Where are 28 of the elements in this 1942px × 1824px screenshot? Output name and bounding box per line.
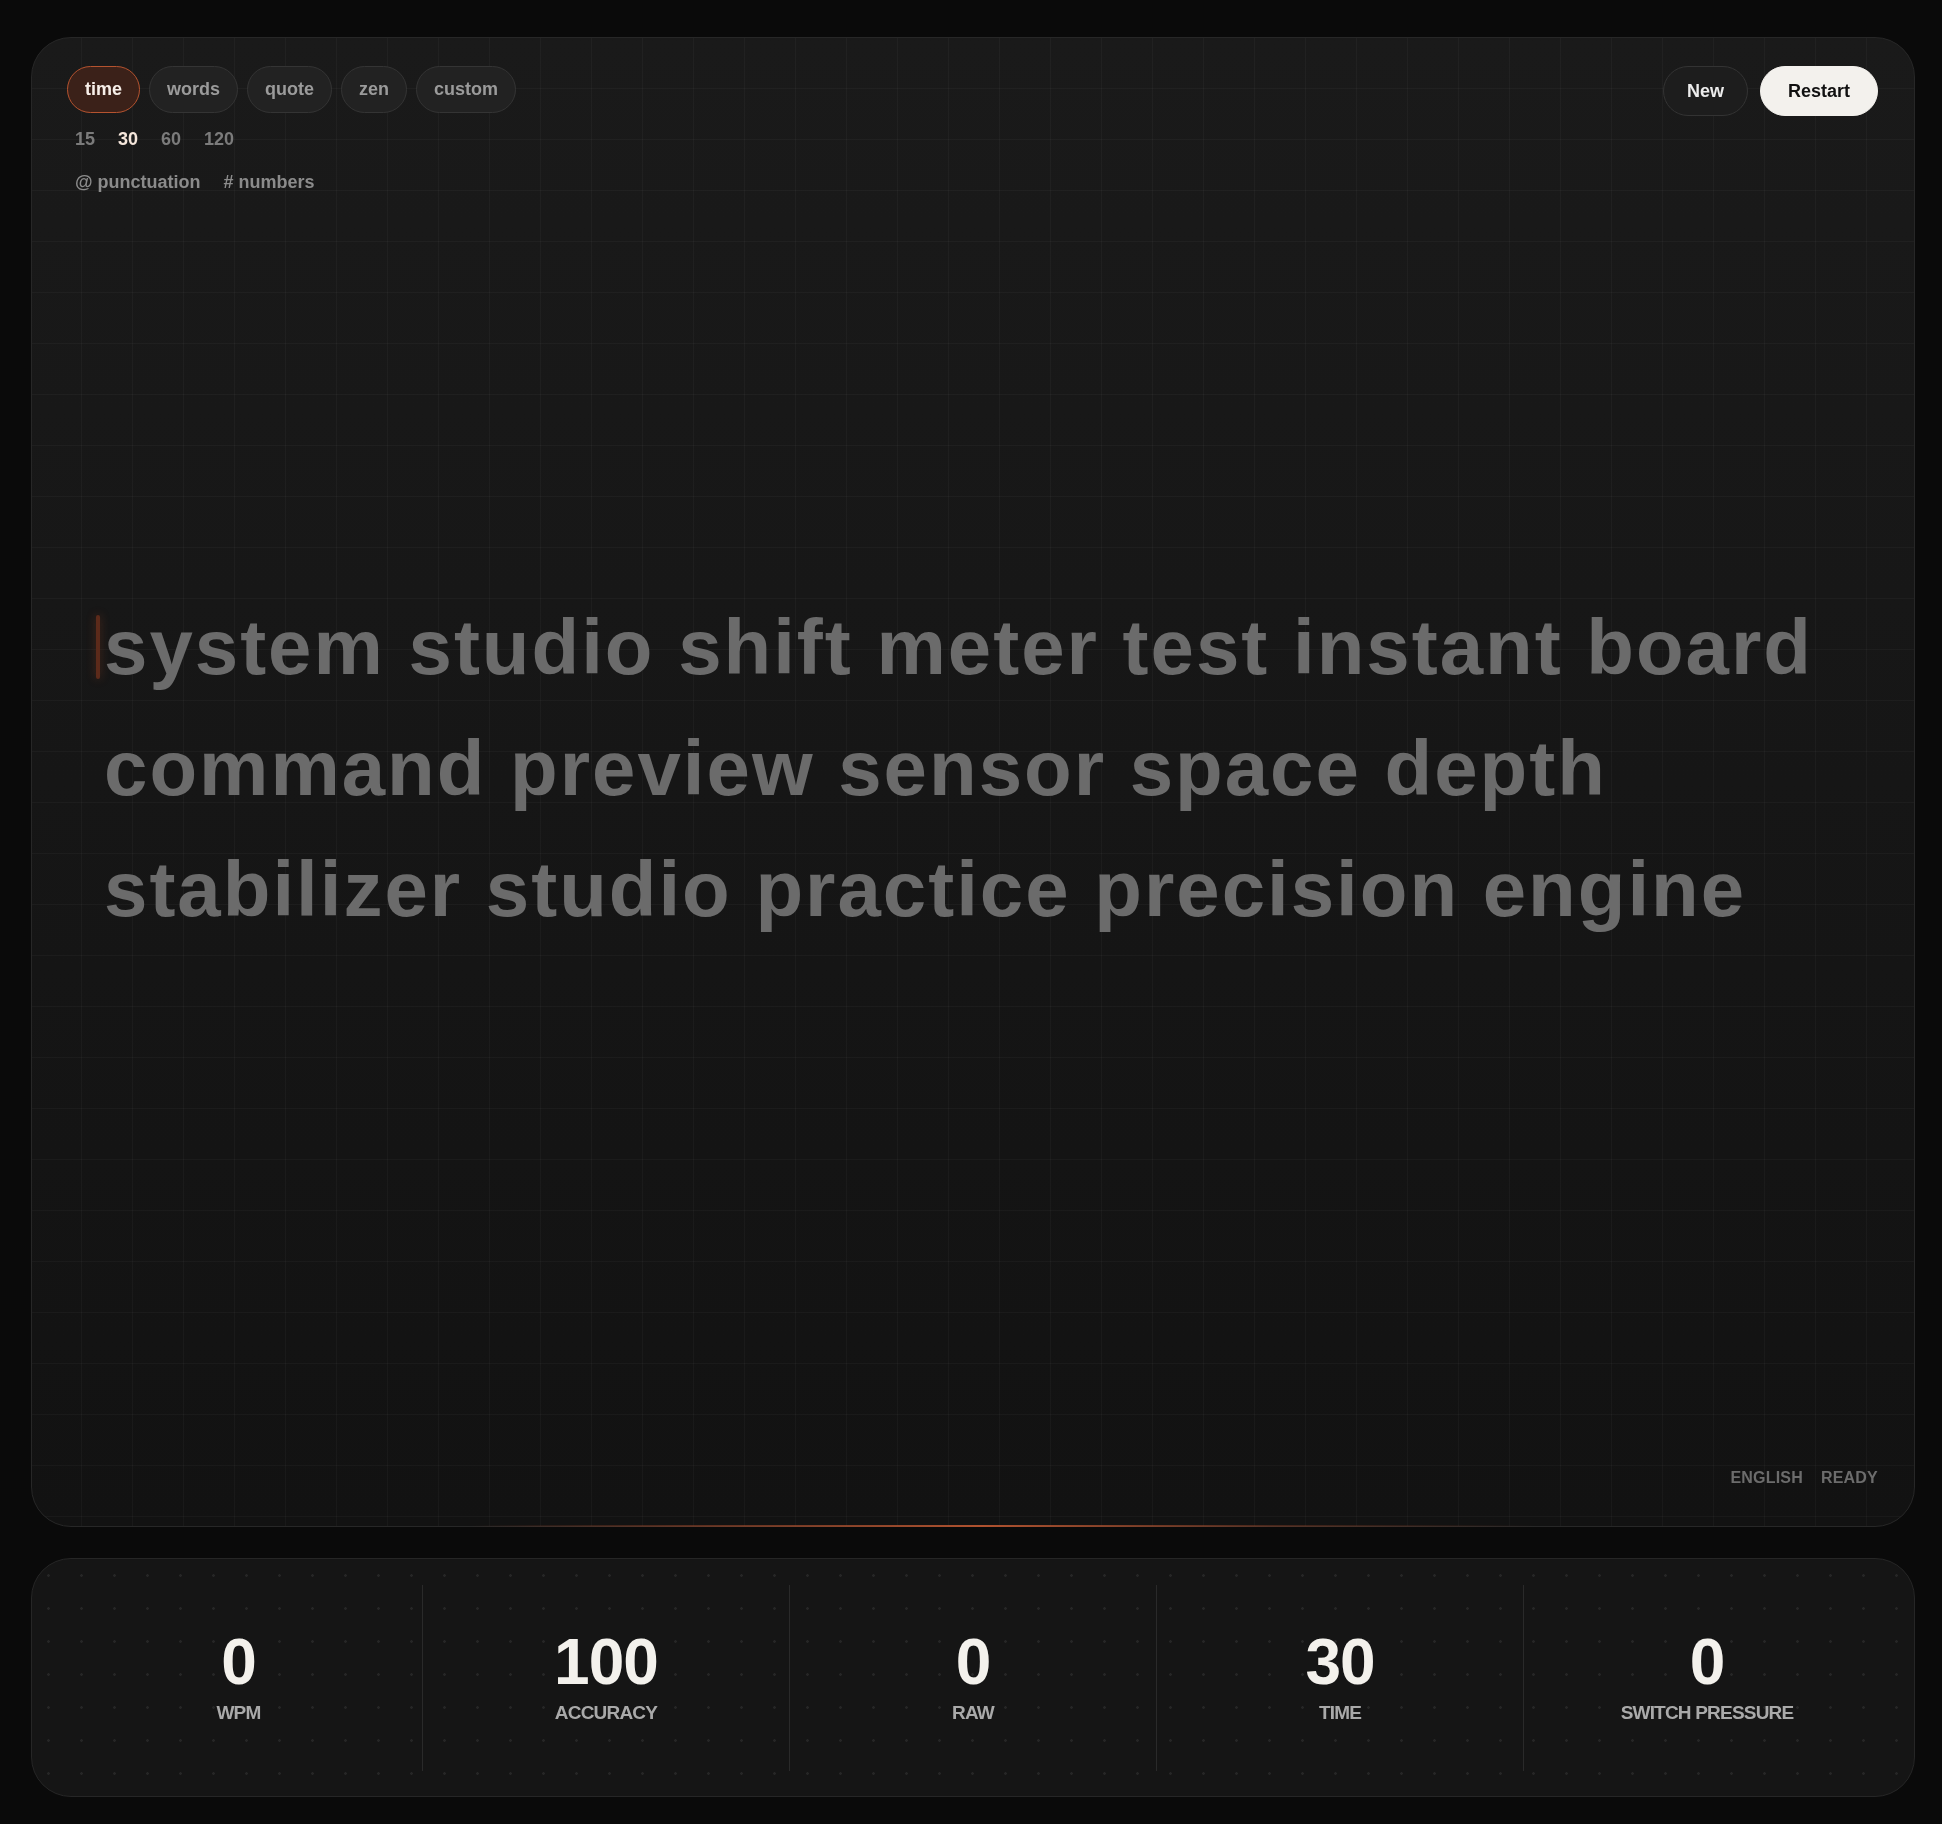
duration-option[interactable]: 60	[161, 128, 182, 150]
option-toggle[interactable]: @ punctuation	[75, 171, 201, 193]
mode-tab[interactable]: quote	[247, 66, 333, 113]
stat-value: 30	[1305, 1631, 1375, 1693]
prompt-text-line: command preview sensor space depth	[104, 723, 1607, 814]
mode-tab[interactable]: time	[67, 66, 140, 113]
stat-label: SWITCH PRESSURE	[1620, 1701, 1794, 1725]
stat-value: 100	[554, 1631, 658, 1693]
status-label: ENGLISH	[1730, 1468, 1803, 1488]
stat-label: RAW	[952, 1701, 994, 1725]
status-label: READY	[1821, 1468, 1878, 1488]
stat-label: TIME	[1318, 1701, 1362, 1725]
duration-option[interactable]: 120	[204, 128, 235, 150]
stat-value: 0	[1689, 1631, 1725, 1693]
prompt-text-line: stabilizer studio practice precision engine	[104, 844, 1747, 935]
prompt-text-line: system studio shift meter test instant board	[104, 602, 1813, 693]
duration-option[interactable]: 15	[75, 128, 96, 150]
new-button[interactable]: New	[1662, 66, 1748, 116]
stat-value: 0	[221, 1631, 256, 1693]
mode-tab[interactable]: words	[149, 66, 239, 113]
stat-value: 0	[955, 1631, 991, 1693]
mode-tab[interactable]: zen	[341, 66, 408, 113]
duration-option[interactable]: 30	[118, 128, 139, 150]
stat-label: WPM	[216, 1701, 261, 1725]
option-toggle[interactable]: # numbers	[223, 171, 315, 193]
stat-label: ACCURACY	[554, 1701, 658, 1725]
mode-tab[interactable]: custom	[416, 66, 517, 113]
restart-button[interactable]: Restart	[1759, 66, 1878, 116]
